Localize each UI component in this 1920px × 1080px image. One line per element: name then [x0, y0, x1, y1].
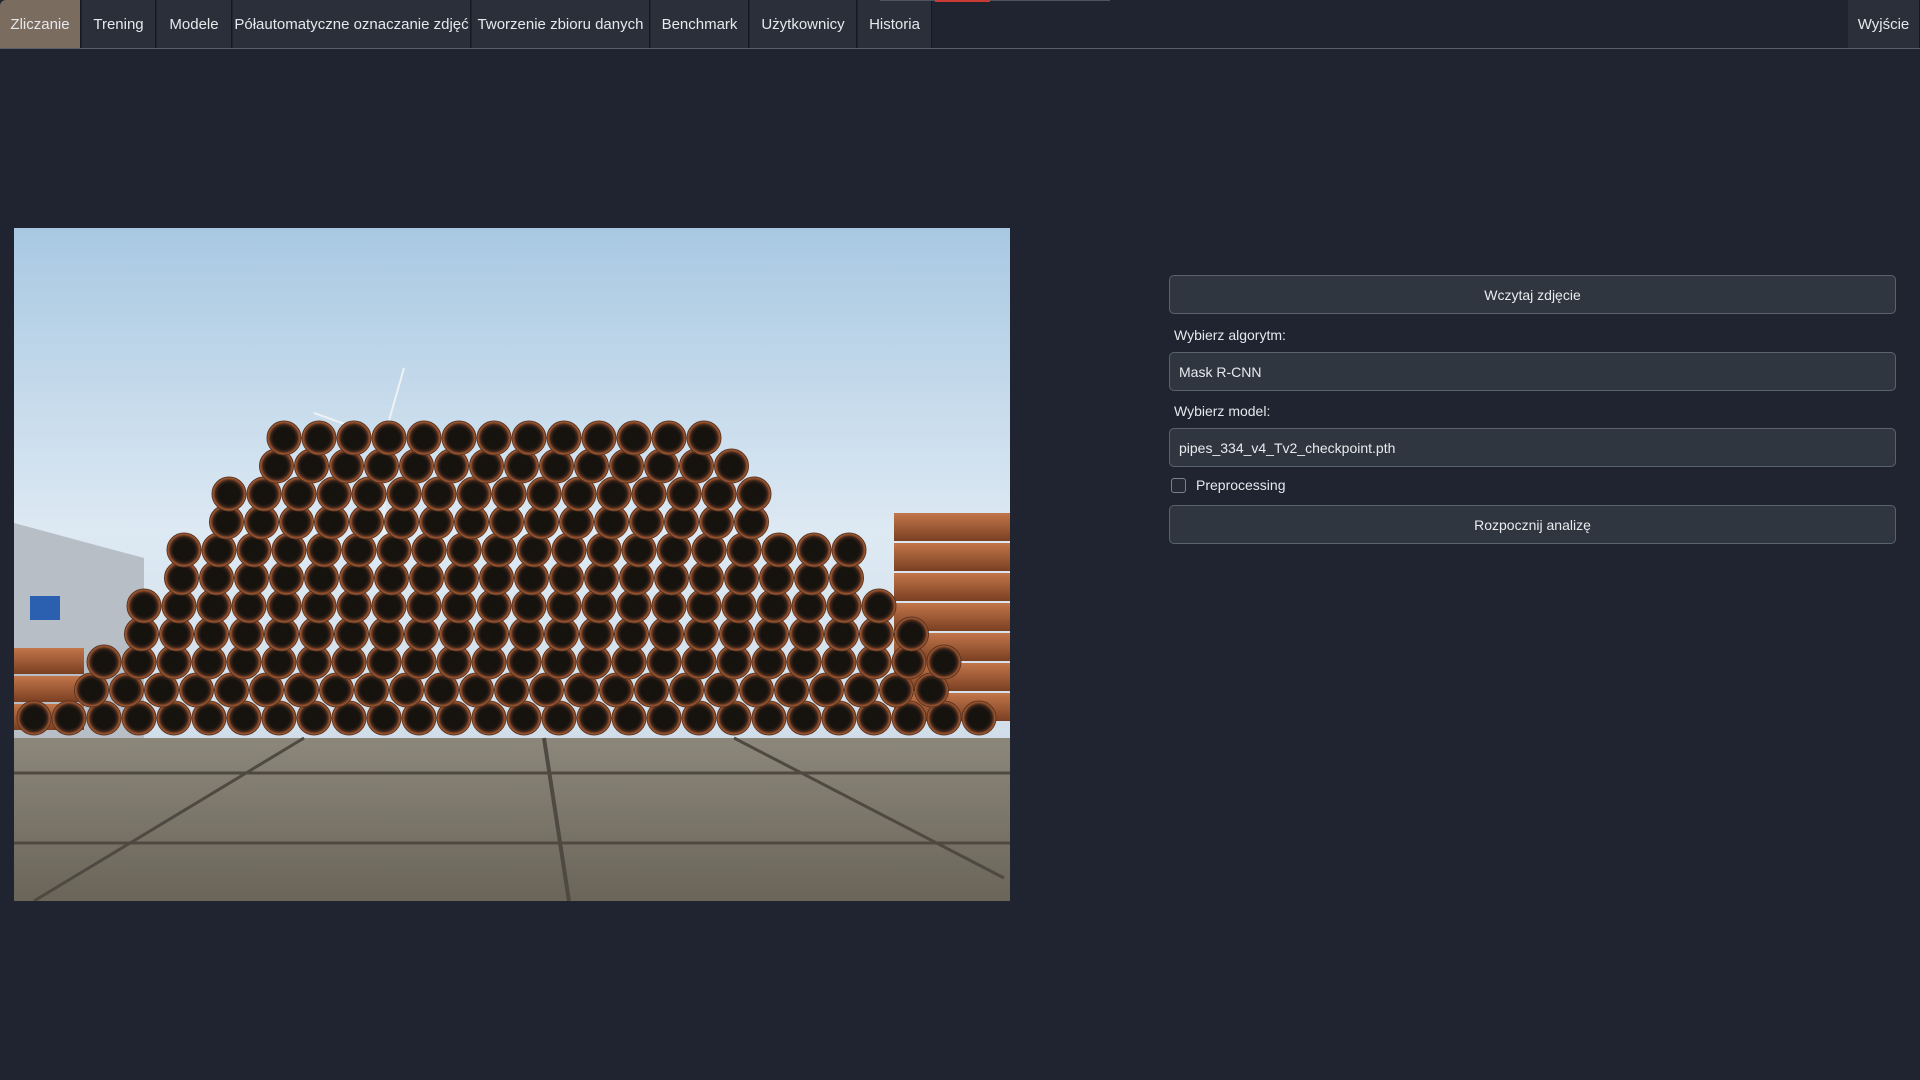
load-image-button[interactable]: Wczytaj zdjęcie: [1169, 275, 1896, 314]
loaded-image-preview: [14, 228, 1010, 901]
tab-users[interactable]: Użytkownicy: [750, 0, 857, 48]
algorithm-select[interactable]: Mask R-CNN: [1169, 352, 1896, 391]
tab-semi-auto-labeling[interactable]: Półautomatyczne oznaczanie zdjęć: [233, 0, 471, 48]
tab-zliczanie[interactable]: Zliczanie: [0, 0, 81, 48]
model-label: Wybierz model:: [1174, 403, 1271, 419]
tab-trening[interactable]: Trening: [82, 0, 156, 48]
tab-dataset-creation[interactable]: Tworzenie zbioru danych: [472, 0, 650, 48]
tab-modele[interactable]: Modele: [157, 0, 232, 48]
model-select[interactable]: pipes_334_v4_Tv2_checkpoint.pth: [1169, 428, 1896, 467]
tab-benchmark[interactable]: Benchmark: [651, 0, 749, 48]
exit-button[interactable]: Wyjście: [1848, 0, 1920, 48]
preprocessing-label: Preprocessing: [1196, 477, 1286, 493]
preprocessing-option: Preprocessing: [1171, 477, 1286, 493]
start-analysis-button[interactable]: Rozpocznij analizę: [1169, 505, 1896, 544]
progress-indicator: [935, 0, 990, 2]
top-navigation-bar: Zliczanie Trening Modele Półautomatyczne…: [0, 0, 1920, 49]
preprocessing-checkbox[interactable]: [1171, 477, 1186, 493]
pipe-stack-photo: [14, 228, 1010, 901]
algorithm-label: Wybierz algorytm:: [1174, 327, 1286, 343]
tab-historia[interactable]: Historia: [858, 0, 932, 48]
progress-track: [880, 0, 1110, 1]
